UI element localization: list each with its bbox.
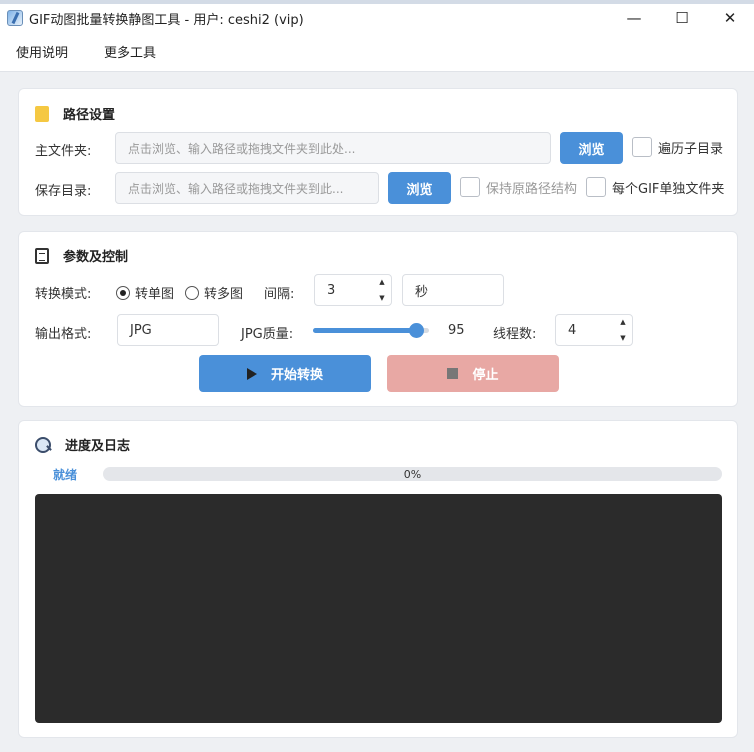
- quality-slider[interactable]: [313, 323, 429, 338]
- per-gif-folder-checkbox[interactable]: 每个GIF单独文件夹: [586, 177, 724, 197]
- interval-label: 间隔:: [264, 287, 295, 302]
- save-dir-input[interactable]: 点击浏览、输入路径或拖拽文件夹到此...: [115, 172, 379, 204]
- quality-value: 95: [448, 323, 465, 338]
- keep-structure-label: 保持原路径结构: [486, 181, 578, 197]
- quality-slider-handle[interactable]: [409, 323, 425, 338]
- per-gif-folder-box[interactable]: [586, 177, 606, 197]
- interval-value: 3: [327, 282, 336, 298]
- control-panel-title-text: 参数及控制: [63, 250, 129, 265]
- menu-more-tools[interactable]: 更多工具: [104, 42, 156, 61]
- threads-up-icon[interactable]: ▲: [620, 318, 625, 326]
- interval-spinbox[interactable]: 3 ▲ ▼: [314, 274, 392, 306]
- threads-stepper[interactable]: ▲ ▼: [618, 318, 628, 342]
- control-panel: 参数及控制 转换模式: 转单图 转多图 间隔: 3 ▲ ▼ 秒 输出格式: JPG…: [18, 231, 738, 407]
- progress-text: 0%: [403, 467, 422, 481]
- per-gif-folder-label: 每个GIF单独文件夹: [612, 181, 725, 197]
- menu-instructions[interactable]: 使用说明: [16, 42, 68, 61]
- log-output[interactable]: [35, 494, 722, 723]
- window-controls: — ☐ ✕: [610, 4, 754, 32]
- quality-slider-fill: [313, 328, 417, 333]
- threads-spinbox[interactable]: 4 ▲ ▼: [555, 314, 633, 346]
- maximize-button[interactable]: ☐: [658, 4, 706, 32]
- interval-down-icon[interactable]: ▼: [379, 294, 384, 302]
- play-icon: [246, 367, 257, 380]
- start-button[interactable]: 开始转换: [199, 355, 371, 392]
- list-icon: [35, 247, 49, 264]
- threads-down-icon[interactable]: ▼: [620, 334, 625, 342]
- threads-label: 线程数:: [493, 327, 537, 342]
- path-settings-title: 路径设置: [35, 104, 115, 123]
- progress-bar: 0%: [103, 467, 722, 481]
- interval-up-icon[interactable]: ▲: [379, 278, 384, 286]
- app-icon: [7, 10, 23, 26]
- traverse-subdirs-checkbox[interactable]: 遍历子目录: [632, 137, 723, 157]
- mode-single-label: 转单图: [135, 287, 175, 302]
- interval-unit-field: 秒: [402, 274, 504, 306]
- main-folder-browse-button[interactable]: 浏览: [560, 132, 623, 164]
- control-panel-title: 参数及控制: [35, 246, 128, 265]
- mode-multi-dot[interactable]: [185, 285, 199, 300]
- traverse-subdirs-box[interactable]: [632, 137, 652, 157]
- minimize-button[interactable]: —: [610, 4, 658, 32]
- menu-bar: 使用说明 更多工具: [0, 32, 754, 72]
- stop-button[interactable]: 停止: [387, 355, 559, 392]
- keep-structure-checkbox[interactable]: 保持原路径结构: [460, 177, 577, 197]
- mode-multi-radio[interactable]: 转多图: [185, 283, 243, 302]
- mode-label: 转换模式:: [35, 287, 92, 302]
- status-text: 就绪: [53, 468, 78, 482]
- window-title: GIF动图批量转换静图工具 - 用户: ceshi2 (vip): [29, 12, 304, 28]
- mode-single-dot[interactable]: [116, 285, 130, 300]
- start-button-label: 开始转换: [270, 368, 323, 383]
- title-bar: GIF动图批量转换静图工具 - 用户: ceshi2 (vip) — ☐ ✕: [0, 4, 754, 32]
- interval-stepper[interactable]: ▲ ▼: [377, 278, 387, 302]
- log-panel-title: 进度及日志: [35, 435, 130, 454]
- log-panel-title-text: 进度及日志: [65, 439, 131, 454]
- main-folder-input[interactable]: 点击浏览、输入路径或拖拽文件夹到此处...: [115, 132, 551, 164]
- stop-icon: [447, 368, 459, 379]
- stop-button-label: 停止: [472, 368, 499, 383]
- search-document-icon: [35, 436, 51, 453]
- keep-structure-box[interactable]: [460, 177, 480, 197]
- log-panel: 进度及日志 就绪 0%: [18, 420, 738, 738]
- save-dir-browse-button[interactable]: 浏览: [388, 172, 451, 204]
- path-settings-panel: 路径设置 主文件夹: 点击浏览、输入路径或拖拽文件夹到此处... 浏览 遍历子目…: [18, 88, 738, 216]
- folder-icon: [35, 105, 49, 122]
- close-button[interactable]: ✕: [706, 4, 754, 32]
- quality-label: JPG质量:: [241, 327, 294, 342]
- main-folder-label: 主文件夹:: [35, 144, 92, 159]
- path-settings-title-text: 路径设置: [63, 108, 116, 123]
- mode-multi-label: 转多图: [204, 287, 244, 302]
- output-format-label: 输出格式:: [35, 327, 92, 342]
- mode-single-radio[interactable]: 转单图: [116, 283, 174, 302]
- save-dir-label: 保存目录:: [35, 184, 92, 199]
- output-format-select[interactable]: JPG: [117, 314, 219, 346]
- threads-value: 4: [568, 322, 577, 338]
- traverse-subdirs-label: 遍历子目录: [658, 141, 724, 157]
